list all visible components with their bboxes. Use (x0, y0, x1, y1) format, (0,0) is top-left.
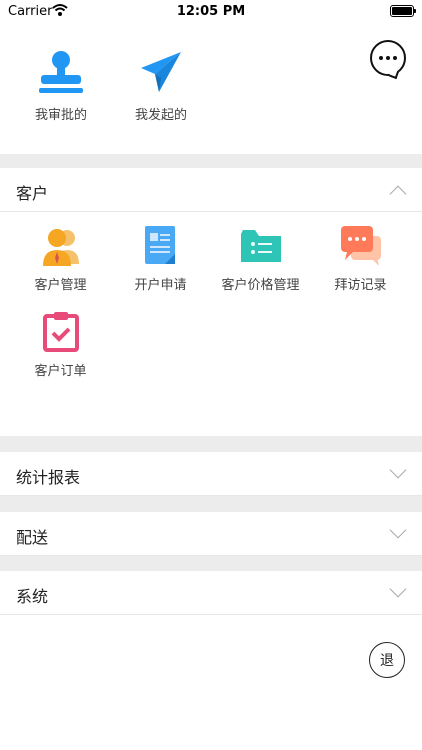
logout-button[interactable]: 退 (369, 642, 405, 678)
visit-record-label: 拜访记录 (334, 278, 387, 293)
section-system-header[interactable]: 系统 (0, 571, 422, 615)
initiated-button[interactable]: 我发起的 (116, 48, 206, 123)
separator (0, 436, 422, 452)
initiated-label: 我发起的 (134, 108, 187, 123)
section-customer-header[interactable]: 客户 (0, 168, 422, 212)
section-stats-title: 统计报表 (16, 468, 81, 487)
chevron-down-icon (389, 580, 407, 598)
customer-price-item[interactable]: 客户价格管理 (208, 224, 313, 293)
dot (379, 56, 383, 60)
message-button[interactable] (370, 40, 406, 80)
section-customer-title: 客户 (16, 184, 49, 203)
section-delivery-header[interactable]: 配送 (0, 512, 422, 556)
paper-plane-icon (141, 52, 181, 92)
customer-price-label: 客户价格管理 (221, 278, 300, 293)
visit-record-item[interactable]: 拜访记录 (308, 224, 413, 293)
approve-button[interactable]: 我审批的 (16, 48, 106, 123)
separator (0, 496, 422, 512)
section-system-title: 系统 (16, 587, 49, 606)
stamp-icon (39, 51, 83, 93)
clipboard-check-icon (42, 312, 79, 352)
approve-label: 我审批的 (34, 108, 87, 123)
clock: 12:05 PM (176, 4, 246, 19)
customer-management-label: 客户管理 (34, 278, 87, 293)
dot (393, 56, 397, 60)
separator (0, 154, 422, 168)
chevron-down-icon (389, 521, 407, 539)
customer-order-label: 客户订单 (34, 364, 87, 379)
battery-icon (390, 5, 416, 17)
folder-list-icon (240, 230, 281, 262)
chevron-down-icon (389, 461, 407, 479)
customer-management-item[interactable]: 客户管理 (8, 224, 113, 293)
account-application-label: 开户申请 (134, 278, 187, 293)
section-stats-header[interactable]: 统计报表 (0, 452, 422, 496)
bubble-tail (388, 68, 400, 80)
account-application-item[interactable]: 开户申请 (108, 224, 213, 293)
customer-order-item[interactable]: 客户订单 (8, 310, 113, 379)
chat-bubbles-icon (340, 226, 381, 266)
status-bar: Carrier 12:05 PM (0, 0, 422, 24)
section-delivery-title: 配送 (16, 528, 49, 547)
separator (0, 556, 422, 572)
dot (386, 56, 390, 60)
customers-icon (42, 229, 79, 266)
document-icon (144, 226, 175, 264)
chevron-up-icon (389, 185, 407, 203)
